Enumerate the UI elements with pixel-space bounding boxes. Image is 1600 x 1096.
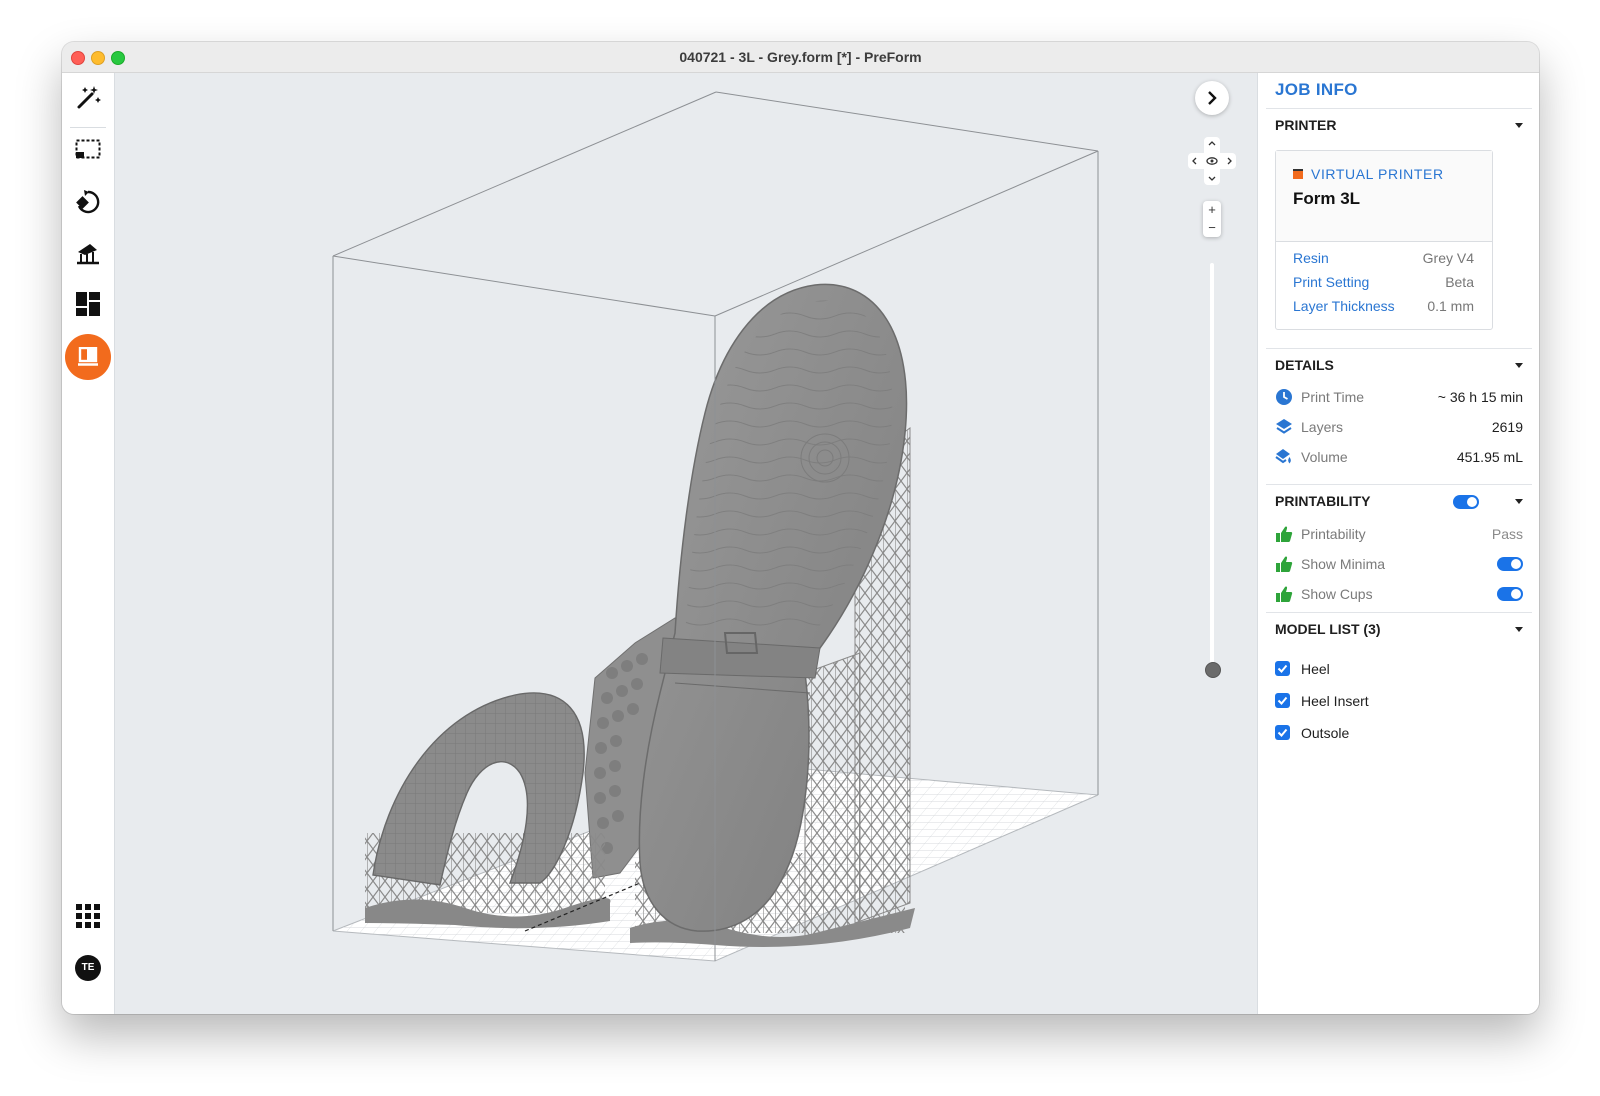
supports-icon[interactable]	[68, 233, 108, 273]
magic-wand-icon[interactable]	[68, 77, 108, 117]
clock-icon	[1276, 389, 1292, 405]
details-section-title[interactable]: DETAILS	[1275, 357, 1334, 373]
job-info-panel: JOB INFO PRINTER VIRTUAL PRINTER Form 3L…	[1257, 73, 1539, 1014]
layer-slider-handle[interactable]	[1205, 662, 1221, 678]
layer-thickness-value: 0.1 mm	[1427, 298, 1474, 314]
print-time-label: Print Time	[1301, 389, 1365, 405]
printer-card[interactable]: VIRTUAL PRINTER Form 3L Resin Grey V4 Pr…	[1275, 150, 1493, 330]
volume-icon	[1275, 449, 1291, 464]
view-navigation-pad[interactable]	[1187, 137, 1237, 185]
layers-row: Layers 2619	[1275, 417, 1523, 437]
printer-section-title[interactable]: PRINTER	[1275, 117, 1336, 133]
preform-window: 040721 - 3L - Grey.form [*] - PreForm TE…	[62, 42, 1539, 1014]
orient-icon[interactable]	[68, 182, 108, 222]
layers-icon	[1276, 419, 1292, 434]
layers-label: Layers	[1301, 419, 1344, 435]
layers-value: 2619	[1491, 419, 1523, 435]
checkbox-checked[interactable]	[1275, 725, 1290, 740]
chevron-down-icon[interactable]	[1515, 123, 1523, 128]
build-volume-scene[interactable]	[115, 73, 1256, 1014]
thumbs-up-icon	[1276, 556, 1293, 572]
resin-label[interactable]: Resin	[1293, 250, 1329, 266]
printer-name: Form 3L	[1293, 189, 1361, 208]
volume-label: Volume	[1301, 449, 1348, 465]
printability-section-title[interactable]: PRINTABILITY	[1275, 493, 1370, 509]
thumbs-up-icon	[1276, 526, 1293, 542]
show-minima-row: Show Minima	[1275, 554, 1523, 574]
window-title: 040721 - 3L - Grey.form [*] - PreForm	[679, 49, 922, 65]
printability-label: Printability	[1301, 526, 1366, 542]
show-cups-label: Show Cups	[1301, 586, 1373, 602]
print-setting-value: Beta	[1445, 274, 1474, 290]
job-info-icon[interactable]	[65, 334, 111, 380]
model-name-outsole: Outsole	[1301, 725, 1350, 741]
chevron-down-icon[interactable]	[1515, 499, 1523, 504]
virtual-printer-label: VIRTUAL PRINTER	[1311, 166, 1444, 182]
printability-row: Printability Pass	[1275, 524, 1523, 544]
printability-value: Pass	[1491, 526, 1523, 542]
print-time-value: ~ 36 h 15 min	[1437, 389, 1523, 405]
avatar-initials: TE	[75, 955, 101, 981]
show-cups-toggle[interactable]	[1497, 587, 1523, 601]
layout-icon[interactable]	[68, 284, 108, 324]
print-time-row: Print Time ~ 36 h 15 min	[1275, 387, 1523, 407]
title-bar: 040721 - 3L - Grey.form [*] - PreForm	[62, 42, 1539, 73]
checkbox-checked[interactable]	[1275, 693, 1290, 708]
volume-value: 451.95 mL	[1456, 449, 1523, 465]
heel-model[interactable]	[365, 692, 611, 929]
show-minima-toggle[interactable]	[1497, 557, 1523, 571]
layer-slider-track[interactable]	[1210, 263, 1214, 671]
zoom-out-button[interactable]: −	[1203, 219, 1221, 237]
print-setting-label[interactable]: Print Setting	[1293, 274, 1369, 290]
volume-row: Volume 451.95 mL	[1275, 447, 1523, 467]
printer-icon	[1293, 169, 1303, 179]
apps-grid-icon[interactable]	[68, 896, 108, 936]
model-name-heel: Heel	[1301, 661, 1330, 677]
show-cups-row: Show Cups	[1275, 584, 1523, 604]
chevron-right-icon	[1208, 91, 1217, 105]
chevron-down-icon[interactable]	[1515, 627, 1523, 632]
user-avatar[interactable]: TE	[68, 948, 108, 988]
toolbar-divider	[70, 127, 106, 128]
thumbs-up-icon	[1276, 586, 1293, 602]
checkbox-checked[interactable]	[1275, 661, 1290, 676]
resin-value: Grey V4	[1422, 250, 1474, 266]
panel-title: JOB INFO	[1275, 80, 1358, 99]
zoom-control: + −	[1203, 201, 1221, 237]
printability-toggle[interactable]	[1453, 495, 1479, 509]
select-icon[interactable]	[68, 130, 108, 170]
model-list-section-title[interactable]: MODEL LIST (3)	[1275, 621, 1381, 637]
chevron-down-icon[interactable]	[1515, 363, 1523, 368]
3d-viewport[interactable]: + −	[115, 73, 1256, 1014]
show-minima-label: Show Minima	[1301, 556, 1386, 572]
zoom-in-button[interactable]: +	[1203, 201, 1221, 219]
layer-thickness-label[interactable]: Layer Thickness	[1293, 298, 1395, 314]
collapse-panel-button[interactable]	[1195, 81, 1229, 115]
model-name-heel-insert: Heel Insert	[1301, 693, 1369, 709]
left-toolbar: TE	[62, 73, 115, 1014]
